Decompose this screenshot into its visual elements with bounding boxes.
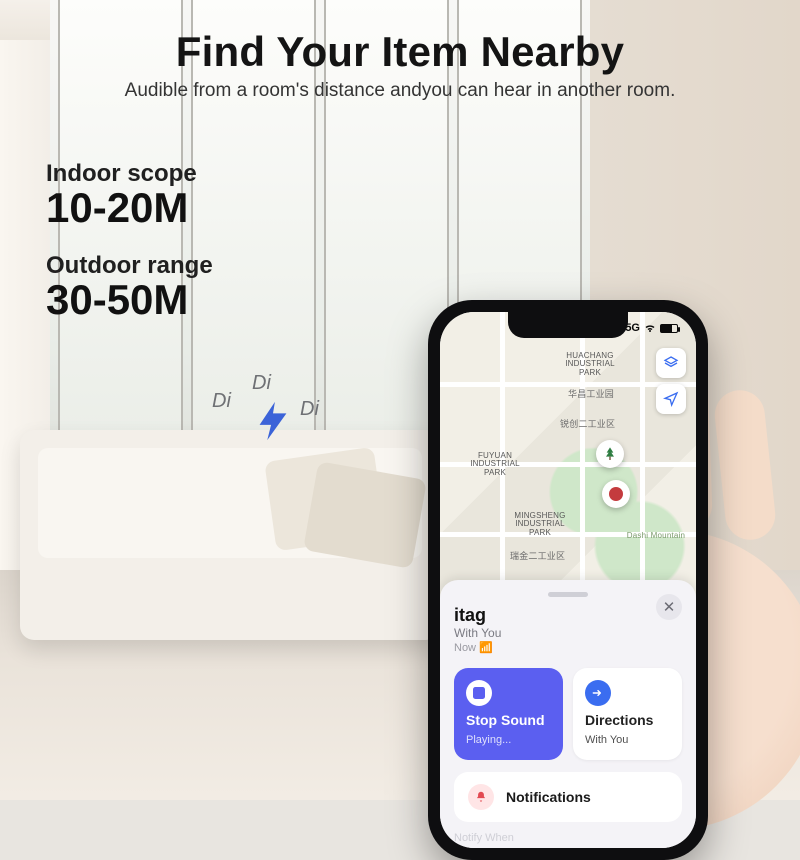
map-layers-button[interactable] (656, 348, 686, 378)
device-time: Now (454, 642, 476, 654)
notifications-row[interactable]: Notifications (454, 772, 682, 822)
map-label-ruijin-cn: 瑞金二工业区 (510, 552, 565, 561)
bottom-sheet[interactable]: ✕ itag With You Now 📶 Stop Sound Playing… (440, 580, 696, 848)
map-label-mingsheng: MINGSHENG INDUSTRIAL PARK (500, 512, 580, 537)
close-button[interactable]: ✕ (656, 594, 682, 620)
map-pin-device[interactable] (602, 480, 630, 508)
map-view[interactable]: HUACHANG INDUSTRIAL PARK 华昌工业园 锐创二工业区 FU… (440, 312, 696, 612)
phone-mockup: 5G HUACHANG INDUSTRIAL PARK 华昌工业园 锐创二工业区… (428, 300, 708, 860)
indoor-scope-value: 10-20M (46, 186, 213, 230)
sound-di-1: Di (212, 390, 231, 413)
directions-sub: With You (585, 734, 670, 746)
battery-icon (660, 324, 678, 333)
map-label-dashi: Dashi Mountain (626, 532, 686, 540)
directions-icon (585, 680, 611, 706)
sofa (20, 430, 440, 640)
map-label-ruichuang-cn: 锐创二工业区 (560, 420, 615, 429)
page-subtitle: Audible from a room's distance andyou ca… (0, 80, 800, 102)
phone-notch (508, 312, 628, 338)
sound-di-3: Di (300, 398, 319, 421)
map-pin-tree[interactable] (596, 440, 624, 468)
device-name: itag (454, 605, 682, 626)
sound-di-2: Di (252, 372, 271, 395)
map-label-huachang-cn: 华昌工业园 (568, 390, 614, 399)
tree-icon (602, 446, 618, 462)
stop-sound-sub: Playing... (466, 734, 551, 746)
stop-sound-card[interactable]: Stop Sound Playing... (454, 668, 563, 760)
map-locate-button[interactable] (656, 384, 686, 414)
stop-icon (466, 680, 492, 706)
directions-title: Directions (585, 712, 670, 728)
close-icon: ✕ (663, 598, 676, 616)
layers-icon (663, 355, 679, 371)
sound-spark-icon (250, 398, 296, 444)
map-label-huachang: HUACHANG INDUSTRIAL PARK (550, 352, 630, 377)
page-title: Find Your Item Nearby (0, 28, 800, 76)
device-status: With You (454, 626, 682, 640)
notifications-label: Notifications (506, 789, 591, 805)
wifi-icon (644, 322, 656, 334)
notify-when-hint: Notify When (454, 832, 682, 844)
directions-card[interactable]: Directions With You (573, 668, 682, 760)
map-label-fuyuan: FUYUAN INDUSTRIAL PARK (460, 452, 530, 477)
sheet-grabber[interactable] (548, 592, 588, 597)
stop-sound-title: Stop Sound (466, 712, 551, 728)
outdoor-range-value: 30-50M (46, 278, 213, 322)
bell-icon (468, 784, 494, 810)
locate-icon (663, 391, 679, 407)
